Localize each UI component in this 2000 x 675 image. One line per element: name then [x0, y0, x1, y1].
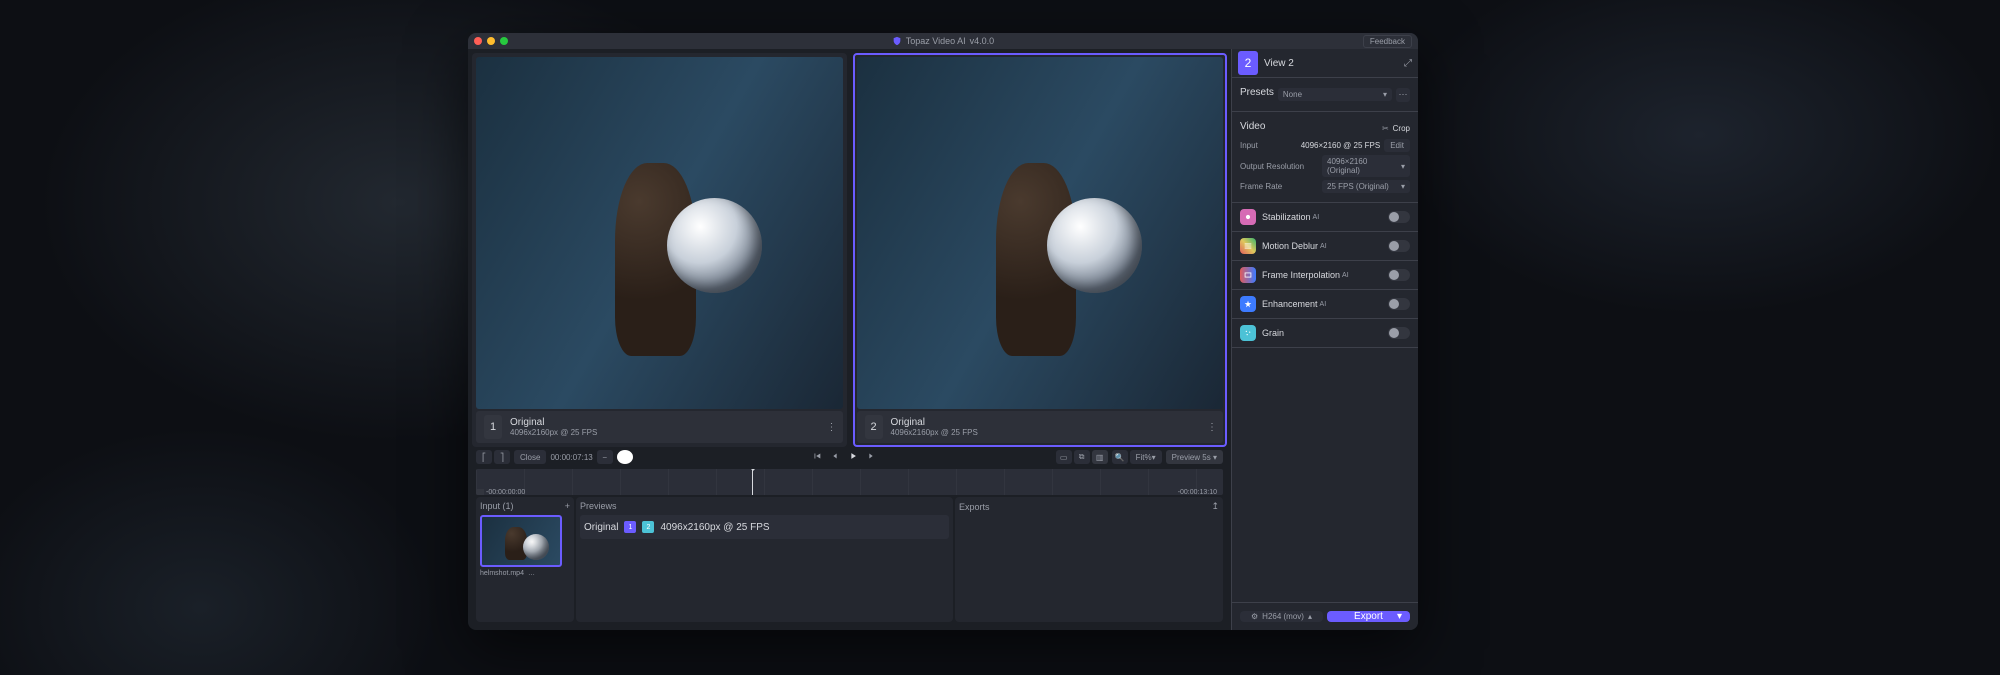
- preview-2-canvas: [857, 57, 1224, 409]
- frame-interpolation-toggle[interactable]: [1388, 269, 1410, 281]
- preview-1-menu-icon[interactable]: ⋮: [827, 422, 837, 433]
- motion-deblur-icon: [1240, 238, 1256, 254]
- enhancement-toggle[interactable]: [1388, 298, 1410, 310]
- presets-more-icon[interactable]: ⋯: [1396, 88, 1410, 102]
- preview-1-canvas: [476, 57, 843, 409]
- app-window: Topaz Video AI v4.0.0 Feedback 1 Origina…: [468, 33, 1418, 630]
- output-resolution-label: Output Resolution: [1240, 162, 1318, 171]
- frame-interpolation-row: Frame InterpolationAI: [1232, 261, 1418, 290]
- app-title: Topaz Video AI v4.0.0: [468, 36, 1418, 46]
- preview-row-meta: 4096x2160px @ 25 FPS: [660, 522, 769, 533]
- stabilization-label: Stabilization: [1262, 212, 1311, 222]
- output-resolution-dropdown[interactable]: 4096×2160 (Original): [1322, 155, 1410, 177]
- trim-out-button[interactable]: ⎤: [494, 450, 510, 464]
- encoder-dropdown[interactable]: ⚙ H264 (mov) ▴: [1240, 611, 1323, 622]
- export-bar: ⚙ H264 (mov) ▴ Export: [1232, 602, 1418, 630]
- jump-start-button[interactable]: [812, 451, 822, 463]
- layout-single-icon[interactable]: ▭: [1056, 450, 1072, 464]
- gear-icon: ⚙: [1251, 612, 1258, 621]
- expand-icon[interactable]: ⤢: [1404, 58, 1412, 69]
- app-version: v4.0.0: [970, 36, 995, 46]
- zoom-out-icon[interactable]: −: [597, 450, 613, 464]
- previews-bin: Previews Original 1 2 4096x2160px @ 25 F…: [576, 497, 953, 622]
- exports-bin: Exports ↥: [955, 497, 1223, 622]
- grain-label: Grain: [1262, 328, 1284, 338]
- preview-1-name: Original: [510, 417, 597, 429]
- zoom-search-icon[interactable]: 🔍: [1112, 450, 1128, 464]
- preview-chip-1: 1: [624, 521, 636, 533]
- timeline[interactable]: -00:00:00:00 -00:00:13:10: [476, 469, 1223, 495]
- input-value: 4096×2160 @ 25 FPS: [1301, 141, 1381, 150]
- preview-1-number: 1: [484, 415, 502, 439]
- preview-row-item[interactable]: Original 1 2 4096x2160px @ 25 FPS: [580, 515, 949, 539]
- chevron-up-icon: ▴: [1308, 612, 1312, 621]
- record-icon[interactable]: [617, 450, 633, 464]
- stabilization-toggle[interactable]: [1388, 211, 1410, 223]
- presets-section: Presets None ⋯: [1232, 78, 1418, 112]
- motion-deblur-label: Motion Deblur: [1262, 241, 1318, 251]
- enhancement-label: Enhancement: [1262, 299, 1318, 309]
- exports-bin-title: Exports: [959, 502, 990, 512]
- preview-2-meta: 4096x2160px @ 25 FPS: [891, 428, 978, 437]
- crop-icon[interactable]: ✂: [1382, 124, 1389, 133]
- previews-bin-title: Previews: [580, 501, 617, 511]
- frame-interpolation-icon: [1240, 267, 1256, 283]
- shield-icon: [892, 36, 902, 46]
- input-label: Input: [1240, 141, 1297, 150]
- zoom-fit-button[interactable]: Fit %▾: [1130, 450, 1162, 464]
- preview-chip-2: 2: [642, 521, 654, 533]
- crop-label[interactable]: Crop: [1393, 124, 1410, 133]
- preview-2-menu-icon[interactable]: ⋮: [1207, 422, 1217, 433]
- presets-dropdown[interactable]: None: [1278, 88, 1392, 101]
- side-panel: 2 View 2 ⤢ Presets None ⋯ Video: [1231, 49, 1418, 630]
- step-back-button[interactable]: [830, 451, 840, 463]
- enhancement-row: EnhancementAI: [1232, 290, 1418, 319]
- exports-upload-icon[interactable]: ↥: [1211, 501, 1219, 512]
- preview-1[interactable]: 1 Original 4096x2160px @ 25 FPS ⋮: [472, 53, 847, 447]
- stabilization-icon: [1240, 209, 1256, 225]
- stabilization-row: StabilizationAI: [1232, 203, 1418, 232]
- timeline-end: -00:00:13:10: [1178, 489, 1217, 495]
- preview-2-name: Original: [891, 417, 978, 429]
- step-forward-button[interactable]: [866, 451, 876, 463]
- preview-5s-button[interactable]: Preview 5s ▾: [1166, 450, 1223, 464]
- motion-deblur-toggle[interactable]: [1388, 240, 1410, 252]
- preview-2[interactable]: 2 Original 4096x2160px @ 25 FPS ⋮: [853, 53, 1228, 447]
- close-preview-button[interactable]: Close: [514, 450, 546, 464]
- input-clip-name: helmshot.mp4: [480, 570, 524, 577]
- trim-in-button[interactable]: ⎡: [476, 450, 492, 464]
- grain-row: Grain: [1232, 319, 1418, 348]
- frame-interpolation-label: Frame Interpolation: [1262, 270, 1340, 280]
- view-tab-name: View 2: [1264, 58, 1294, 69]
- grain-icon: [1240, 325, 1256, 341]
- timeline-start: -00:00:00:00: [486, 489, 525, 495]
- app-name: Topaz Video AI: [906, 36, 966, 46]
- player-bar: ⎡ ⎤ Close 00:00:07:13 − ▭ ⧉ ▥: [472, 447, 1227, 467]
- input-bin-title: Input (1): [480, 501, 514, 511]
- input-bin: Input (1) + helmshot.mp4 …: [476, 497, 574, 622]
- timecode: 00:00:07:13: [550, 453, 592, 462]
- export-button[interactable]: Export: [1327, 611, 1410, 622]
- preview-2-number: 2: [865, 415, 883, 439]
- frame-rate-label: Frame Rate: [1240, 182, 1318, 191]
- input-thumbnail[interactable]: [480, 515, 562, 567]
- enhancement-icon: [1240, 296, 1256, 312]
- frame-rate-dropdown[interactable]: 25 FPS (Original): [1322, 180, 1410, 193]
- video-section: Video ✂ Crop Input 4096×2160 @ 25 FPS Ed…: [1232, 112, 1418, 203]
- motion-deblur-row: Motion DeblurAI: [1232, 232, 1418, 261]
- input-clip-menu-icon[interactable]: …: [528, 570, 535, 577]
- add-input-button[interactable]: +: [565, 501, 570, 511]
- video-title: Video: [1240, 121, 1265, 132]
- preview-1-meta: 4096x2160px @ 25 FPS: [510, 428, 597, 437]
- preview-row-name: Original: [584, 522, 618, 533]
- view-tab-number[interactable]: 2: [1238, 51, 1258, 75]
- layout-split-icon[interactable]: ⧉: [1074, 450, 1090, 464]
- title-bar: Topaz Video AI v4.0.0 Feedback: [468, 33, 1418, 49]
- layout-side-icon[interactable]: ▥: [1092, 450, 1108, 464]
- grain-toggle[interactable]: [1388, 327, 1410, 339]
- edit-input-button[interactable]: Edit: [1384, 139, 1410, 152]
- play-button[interactable]: [848, 451, 858, 463]
- presets-title: Presets: [1240, 87, 1274, 98]
